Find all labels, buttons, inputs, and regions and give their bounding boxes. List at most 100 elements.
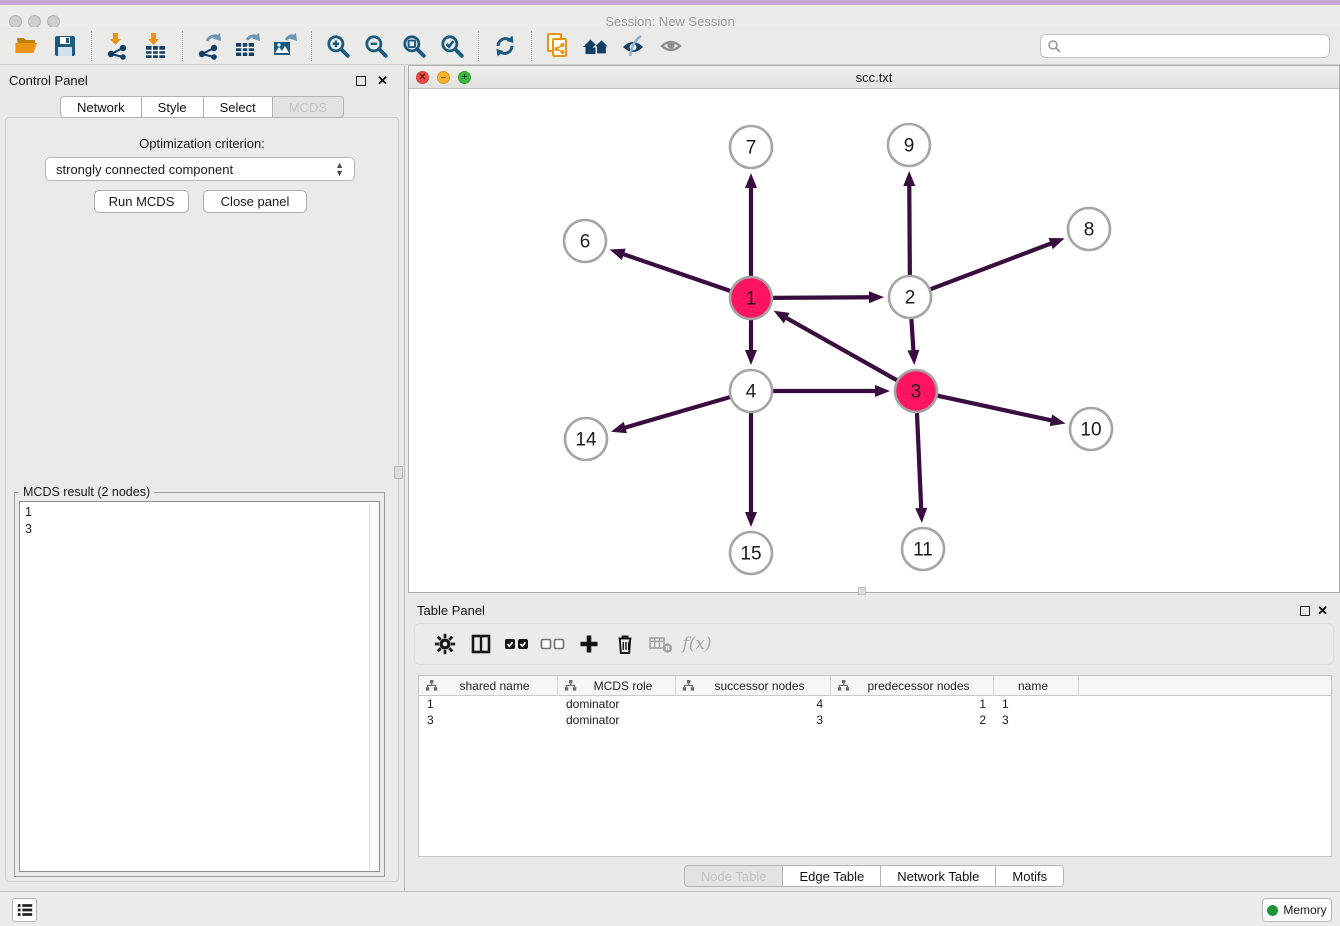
column-header-mcds-role[interactable]: MCDS role <box>558 676 676 695</box>
toolbar-separator <box>311 31 312 61</box>
table-panel-header: Table Panel ✕ <box>408 599 1340 621</box>
apply-layout-button[interactable] <box>486 30 524 62</box>
table-body: 1dominator4113dominator323 <box>419 696 1331 728</box>
control-panel-close-button[interactable]: ✕ <box>377 73 388 89</box>
show-column-panel-button[interactable] <box>463 628 499 660</box>
save-session-button[interactable] <box>46 30 84 62</box>
function-builder-button[interactable]: f(x) <box>679 628 715 660</box>
column-header-shared-name[interactable]: shared name <box>419 676 558 695</box>
graph-edge-4-14[interactable] <box>623 397 729 428</box>
tab-node-table[interactable]: Node Table <box>684 865 784 887</box>
fx-icon: f(x) <box>682 634 711 654</box>
table-row[interactable]: 3dominator323 <box>419 712 1331 728</box>
graph-node-label: 11 <box>913 540 933 561</box>
search-input[interactable] <box>1065 39 1323 53</box>
toolbar-separator <box>182 31 183 61</box>
zoom-in-button[interactable] <box>319 30 357 62</box>
tab-select[interactable]: Select <box>204 96 273 118</box>
hierarchy-icon <box>425 679 438 692</box>
checked-boxes-icon <box>504 632 530 656</box>
tab-motifs[interactable]: Motifs <box>996 865 1064 887</box>
network-canvas[interactable]: 7968124314101511 <box>409 89 1339 592</box>
graph-edge-3-11[interactable] <box>917 413 921 510</box>
column-header-successor-nodes[interactable]: successor nodes <box>676 676 831 695</box>
unselect-all-columns-button[interactable] <box>535 628 571 660</box>
open-session-button[interactable] <box>8 30 46 62</box>
graph-node-label: 6 <box>580 232 591 253</box>
table-settings-button[interactable] <box>427 628 463 660</box>
vertical-splitter-grip[interactable] <box>394 466 403 479</box>
graph-edge-arrowhead <box>610 249 626 260</box>
search-field[interactable] <box>1040 34 1330 58</box>
zoom-selected-button[interactable] <box>433 30 471 62</box>
clone-network-button[interactable] <box>539 30 577 62</box>
plus-icon <box>577 632 601 656</box>
network-window-title: scc.txt <box>409 70 1339 85</box>
tab-mcds[interactable]: MCDS <box>273 96 344 118</box>
zoom-out-icon <box>363 33 389 59</box>
delete-column-button[interactable] <box>607 628 643 660</box>
zoom-in-icon <box>325 33 351 59</box>
chevron-up-down-icon: ▲▼ <box>335 161 344 177</box>
hierarchy-icon <box>837 679 850 692</box>
gear-icon <box>433 632 457 656</box>
graph-edge-arrowhead <box>903 171 915 186</box>
columns-icon <box>469 632 493 656</box>
graph-node-label: 15 <box>740 544 761 565</box>
create-column-button[interactable] <box>571 628 607 660</box>
delete-table-icon <box>648 632 674 656</box>
table-panel-float-button[interactable] <box>1300 606 1310 616</box>
network-window-titlebar[interactable]: ✕ – + scc.txt <box>409 66 1339 89</box>
toolbar-separator <box>531 31 532 61</box>
result-line: 3 <box>25 521 374 538</box>
graph-edge-3-1[interactable] <box>785 317 897 380</box>
network-window: ✕ – + scc.txt 7968124314101511 <box>408 65 1340 593</box>
graph-edge-2-3[interactable] <box>911 319 913 352</box>
clone-network-icon <box>544 32 572 60</box>
graph-node-label: 14 <box>575 430 597 451</box>
close-panel-button[interactable]: Close panel <box>203 190 307 213</box>
export-network-button[interactable] <box>190 30 228 62</box>
table-panel: Table Panel ✕ f(x) <box>408 595 1340 891</box>
home-button[interactable] <box>577 30 615 62</box>
zoom-fit-button[interactable] <box>395 30 433 62</box>
tab-edge-table[interactable]: Edge Table <box>783 865 881 887</box>
run-mcds-button[interactable]: Run MCDS <box>94 190 189 213</box>
graph-edge-2-9[interactable] <box>909 184 910 275</box>
graph-edge-1-6[interactable] <box>622 254 730 291</box>
column-header-predecessor-nodes[interactable]: predecessor nodes <box>831 676 994 695</box>
graph-edge-3-10[interactable] <box>937 396 1052 421</box>
table-panel-close-button[interactable]: ✕ <box>1317 603 1328 619</box>
table-header-row: shared name MCDS role successor nodes pr… <box>419 676 1331 696</box>
show-selection-button[interactable] <box>653 30 691 62</box>
task-history-button[interactable] <box>12 898 37 922</box>
control-panel-float-button[interactable] <box>356 76 366 86</box>
export-table-button[interactable] <box>228 30 266 62</box>
graph-edge-1-2[interactable] <box>773 297 871 298</box>
column-header-name[interactable]: name <box>994 676 1079 695</box>
result-scrollbar[interactable] <box>369 503 378 870</box>
houses-icon <box>581 33 611 59</box>
table-row[interactable]: 1dominator411 <box>419 696 1331 712</box>
import-network-button[interactable] <box>99 30 137 62</box>
table-cell: dominator <box>558 713 676 727</box>
delete-table-button[interactable] <box>643 628 679 660</box>
horizontal-splitter-grip[interactable] <box>858 587 866 595</box>
tab-style[interactable]: Style <box>142 96 204 118</box>
column-label: MCDS role <box>577 679 675 693</box>
zoom-out-button[interactable] <box>357 30 395 62</box>
export-image-button[interactable] <box>266 30 304 62</box>
tab-network[interactable]: Network <box>60 96 142 118</box>
criterion-select[interactable]: strongly connected component ▲▼ <box>45 157 355 181</box>
select-all-columns-button[interactable] <box>499 628 535 660</box>
tab-network-table[interactable]: Network Table <box>881 865 996 887</box>
graph-edge-arrowhead <box>745 173 757 188</box>
graph-edge-arrowhead <box>915 508 927 523</box>
graph-edge-2-8[interactable] <box>931 243 1053 289</box>
mcds-result-list[interactable]: 1 3 <box>19 501 380 872</box>
import-table-button[interactable] <box>137 30 175 62</box>
hierarchy-icon <box>682 679 695 692</box>
control-panel: Control Panel ✕ Network Style Select MCD… <box>0 65 404 891</box>
hide-selection-button[interactable] <box>615 30 653 62</box>
memory-button[interactable]: Memory <box>1262 898 1332 922</box>
